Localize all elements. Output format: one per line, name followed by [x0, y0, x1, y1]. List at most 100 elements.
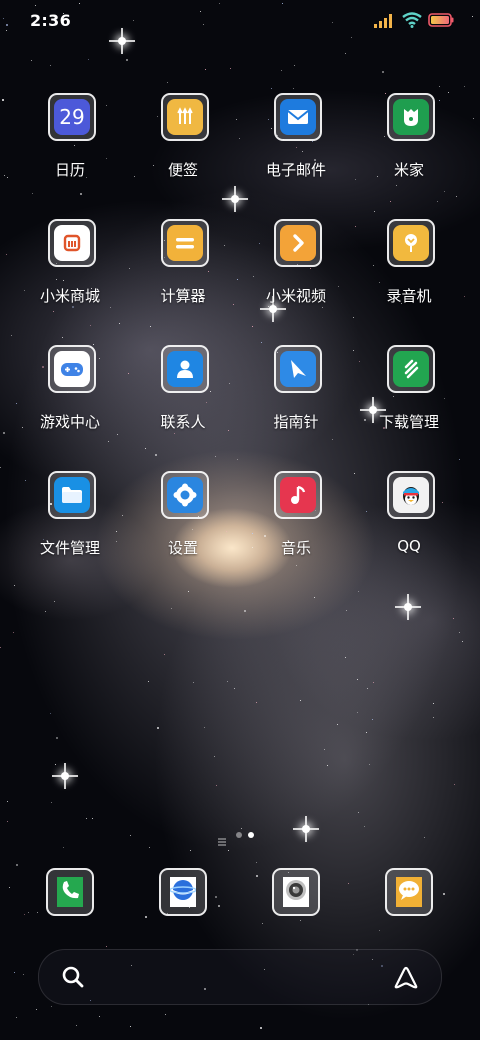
app-calculator[interactable]: 计算器 — [135, 219, 235, 319]
search-bar[interactable] — [38, 949, 442, 1005]
star — [456, 196, 457, 197]
star — [244, 610, 246, 612]
star — [165, 1014, 166, 1015]
app-calendar[interactable]: 29 日历 — [22, 93, 122, 193]
star — [24, 914, 25, 915]
compass-icon[interactable] — [274, 345, 322, 393]
video-icon[interactable] — [274, 219, 322, 267]
star — [150, 326, 151, 327]
star — [256, 862, 257, 863]
app-label: 下载管理 — [378, 413, 439, 431]
star — [256, 702, 257, 703]
app-label: 游戏中心 — [39, 413, 100, 431]
star — [379, 930, 380, 931]
star — [227, 681, 228, 682]
star — [51, 802, 52, 803]
star — [36, 1009, 37, 1010]
star — [126, 59, 128, 61]
page-list-icon[interactable] — [218, 831, 226, 850]
music-note-icon[interactable] — [274, 471, 322, 519]
app-mijia[interactable]: 米家 — [361, 93, 461, 193]
star — [193, 682, 194, 683]
settings-gear-icon[interactable] — [161, 471, 209, 519]
mijia-icon[interactable] — [387, 93, 435, 141]
star — [62, 337, 63, 338]
app-video[interactable]: 小米视频 — [248, 219, 348, 319]
star — [16, 864, 18, 866]
app-folder[interactable]: 文件管理 — [22, 471, 122, 571]
app-mail[interactable]: 电子邮件 — [248, 93, 348, 193]
dock-app-phone[interactable] — [46, 868, 94, 916]
page-dot-active[interactable] — [248, 832, 254, 838]
app-compass[interactable]: 指南针 — [248, 345, 348, 445]
page-dot[interactable] — [236, 832, 242, 838]
star — [256, 875, 258, 877]
star — [45, 611, 46, 612]
star — [281, 70, 282, 71]
star — [357, 712, 358, 713]
recorder-icon[interactable] — [387, 219, 435, 267]
star — [390, 201, 391, 202]
contacts-icon[interactable] — [161, 345, 209, 393]
app-gamepad[interactable]: 游戏中心 — [22, 345, 122, 445]
app-contacts[interactable]: 联系人 — [135, 345, 235, 445]
star — [56, 737, 58, 739]
star — [0, 467, 1, 468]
dock-app-browser[interactable] — [159, 868, 207, 916]
downloads-icon[interactable] — [387, 345, 435, 393]
star — [31, 60, 32, 61]
star — [54, 601, 55, 602]
notes-icon[interactable] — [161, 93, 209, 141]
star — [261, 342, 262, 343]
star — [216, 785, 217, 786]
star — [218, 905, 220, 907]
search-icon[interactable] — [61, 965, 85, 989]
star — [293, 88, 294, 89]
star — [9, 887, 10, 888]
app-label: 音乐 — [280, 539, 311, 557]
app-mi-mall[interactable]: 小米商城 — [22, 219, 122, 319]
star — [130, 1026, 131, 1027]
star — [106, 946, 107, 947]
star — [345, 657, 346, 658]
star — [129, 268, 130, 269]
assistant-icon[interactable] — [393, 965, 419, 989]
calendar-icon[interactable]: 29 — [48, 93, 96, 141]
star — [294, 65, 295, 66]
folder-icon[interactable] — [48, 471, 96, 519]
qq-penguin-icon[interactable] — [387, 471, 435, 519]
app-settings-gear[interactable]: 设置 — [135, 471, 235, 571]
app-qq-penguin[interactable]: QQ — [361, 471, 461, 571]
star — [155, 454, 157, 456]
star — [439, 86, 440, 87]
browser-icon[interactable] — [159, 868, 207, 916]
app-label: 指南针 — [273, 413, 319, 431]
dock-app-messages[interactable] — [385, 868, 433, 916]
star — [80, 193, 82, 195]
app-recorder[interactable]: 录音机 — [361, 219, 461, 319]
star — [239, 138, 240, 139]
app-label: 设置 — [167, 539, 198, 557]
star — [327, 765, 328, 766]
star — [300, 700, 301, 701]
messages-icon[interactable] — [385, 868, 433, 916]
star — [51, 1006, 52, 1007]
gamepad-icon[interactable] — [48, 345, 96, 393]
mail-icon[interactable] — [274, 93, 322, 141]
calculator-icon[interactable] — [161, 219, 209, 267]
app-downloads[interactable]: 下载管理 — [361, 345, 461, 445]
phone-icon[interactable] — [46, 868, 94, 916]
app-notes[interactable]: 便签 — [135, 93, 235, 193]
camera-icon[interactable] — [272, 868, 320, 916]
star — [357, 679, 358, 680]
dock-app-camera[interactable] — [272, 868, 320, 916]
star — [23, 974, 24, 975]
star — [260, 1027, 262, 1029]
star — [188, 591, 189, 592]
mi-mall-icon[interactable] — [48, 219, 96, 267]
star — [459, 459, 460, 460]
star — [55, 764, 56, 765]
star — [473, 118, 474, 119]
app-music-note[interactable]: 音乐 — [248, 471, 348, 571]
star — [14, 972, 15, 973]
